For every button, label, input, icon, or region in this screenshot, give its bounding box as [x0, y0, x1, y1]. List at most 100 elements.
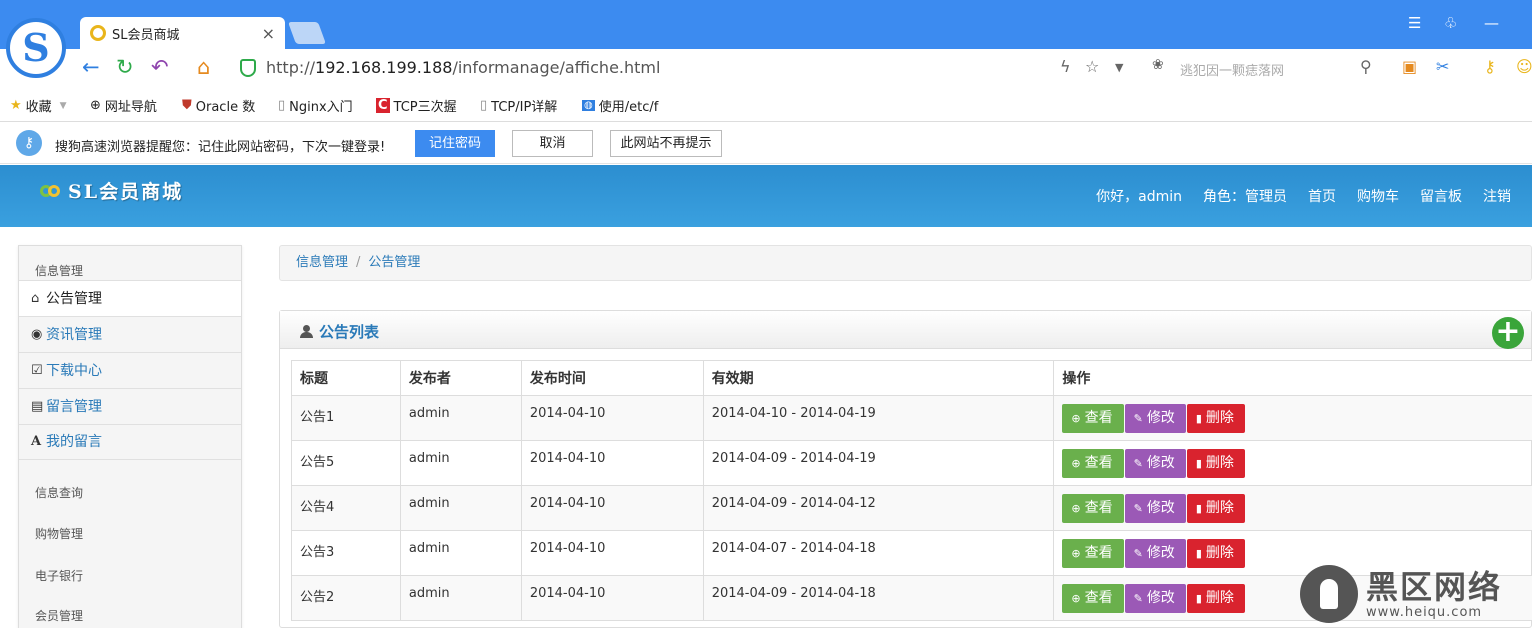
sidebar: 信息管理 ⌂ 公告管理 ◉ 资讯管理 ☑ 下载中心 ▤ 留言管理 A 我的留言 信息查询 … [18, 245, 242, 628]
search-input[interactable]: 逃犯因一颗痣落网 [1180, 60, 1284, 79]
scissors-icon[interactable]: ✂ [1436, 57, 1449, 76]
edit-button[interactable]: ✎ 修改 [1124, 584, 1186, 613]
never-remind-button[interactable]: 此网站不再提示 [610, 130, 722, 157]
cell-valid: 2014-04-09 - 2014-04-12 [702, 485, 1055, 531]
sidebar-item-message-manage[interactable]: ▤ 留言管理 [19, 388, 241, 424]
new-tab-button[interactable] [287, 22, 327, 44]
view-button[interactable]: ⊕ 查看 [1062, 404, 1124, 433]
cancel-button[interactable]: 取消 [512, 130, 593, 157]
lightning-icon[interactable]: ϟ [1060, 57, 1071, 76]
cell-date: 2014-04-10 [520, 440, 704, 486]
edit-button[interactable]: ✎ 修改 [1124, 404, 1186, 433]
table-row: 公告4 admin 2014-04-10 2014-04-09 - 2014-04-1… [291, 485, 1532, 531]
zoom-icon: ⊕ [1071, 502, 1081, 515]
bookmark-nav[interactable]: ⊕ 网址导航 [90, 96, 157, 115]
cell-date: 2014-04-10 [520, 395, 704, 441]
edit-button[interactable]: ✎ 修改 [1124, 494, 1186, 523]
sidebar-item-downloads[interactable]: ☑ 下载中心 [19, 352, 241, 388]
nav-cart-link[interactable]: 购物车 [1357, 186, 1399, 206]
browser-navbar: ← ↻ ↶ ⌂ http://192.168.199.188/informana… [0, 49, 1532, 86]
list-icon: ▤ [31, 398, 44, 414]
shield-icon: ⛊ [182, 98, 192, 113]
bookmark-nginx[interactable]: ▯ Nginx入门 [278, 96, 353, 115]
home-icon: ⌂ [31, 290, 40, 306]
view-button[interactable]: ⊕ 查看 [1062, 539, 1124, 568]
header-nav: 你好，admin 角色：管理员 首页 购物车 留言板 注销 [1096, 186, 1532, 206]
sidebar-item-news[interactable]: ◉ 资讯管理 [19, 316, 241, 352]
back-icon[interactable]: ← [82, 55, 100, 79]
delete-button[interactable]: ▮ 删除 [1186, 584, 1245, 613]
bookmark-etc[interactable]: ◍ 使用/etc/f [582, 96, 658, 115]
user-icon [300, 325, 313, 338]
cell-actions: ⊕ 查看 ✎ 修改 ▮ 删除 [1053, 485, 1532, 531]
trash-icon: ▮ [1195, 457, 1202, 470]
watermark-title: 黑区网络 [1366, 567, 1503, 606]
delete-button[interactable]: ▮ 删除 [1186, 494, 1245, 523]
app-icon: ◍ [582, 100, 595, 111]
key-icon[interactable]: ⚷ [1484, 57, 1496, 76]
chevron-down-icon[interactable]: ▼ [1115, 61, 1123, 74]
sidebar-item-announcements[interactable]: ⌂ 公告管理 [19, 280, 241, 316]
breadcrumb-root-link[interactable]: 信息管理 [296, 255, 348, 270]
remember-password-button[interactable]: 记住密码 [415, 130, 495, 157]
smile-icon[interactable]: ☺ [1516, 57, 1532, 76]
site-brand[interactable]: SL会员商城 [40, 177, 183, 204]
nav-home-link[interactable]: 首页 [1308, 186, 1336, 206]
refresh-icon[interactable]: ↻ [116, 55, 134, 79]
bookmark-tcp-handshake[interactable]: C TCP三次握 [376, 96, 457, 115]
watermark: 黑区网络 www.heiqu.com [1300, 560, 1532, 628]
edit-button[interactable]: ✎ 修改 [1124, 539, 1186, 568]
search-icon[interactable]: ⚲ [1360, 57, 1372, 76]
minimize-icon[interactable]: — [1484, 14, 1499, 32]
delete-button[interactable]: ▮ 删除 [1186, 449, 1245, 478]
url-text[interactable]: http://192.168.199.188/informanage/affic… [266, 58, 660, 77]
trash-icon: ▮ [1195, 502, 1202, 515]
skin-icon[interactable]: ♧ [1444, 14, 1457, 32]
sidebar-group-query[interactable]: 信息查询 [19, 484, 241, 501]
cell-date: 2014-04-10 [520, 575, 704, 621]
bookmark-favorites[interactable]: ★ 收藏 ▼ [10, 96, 67, 115]
heiqu-logo-icon [1300, 565, 1358, 623]
undo-icon[interactable]: ↶ [151, 55, 169, 79]
breadcrumb-current[interactable]: 公告管理 [368, 255, 420, 270]
zoom-icon: ⊕ [1071, 547, 1081, 560]
bookmark-oracle[interactable]: ⛊ Oracle 数 [182, 96, 255, 115]
sidebar-group-members[interactable]: 会员管理 [19, 607, 241, 624]
view-button[interactable]: ⊕ 查看 [1062, 449, 1124, 478]
delete-button[interactable]: ▮ 删除 [1186, 404, 1245, 433]
col-header-date: 发布时间 [520, 360, 704, 396]
delete-button[interactable]: ▮ 删除 [1186, 539, 1245, 568]
extension-icon[interactable]: ▣ [1402, 57, 1417, 76]
trash-icon: ▮ [1195, 547, 1202, 560]
sidebar-group-info: 信息管理 [35, 264, 84, 278]
cell-date: 2014-04-10 [520, 485, 704, 531]
cell-valid: 2014-04-10 - 2014-04-19 [702, 395, 1055, 441]
sidebar-group-shopping[interactable]: 购物管理 [19, 525, 241, 542]
home-icon[interactable]: ⌂ [197, 55, 210, 79]
star-icon[interactable]: ☆ [1085, 57, 1099, 76]
menu-icon[interactable]: ☰ [1408, 14, 1421, 32]
view-button[interactable]: ⊕ 查看 [1062, 584, 1124, 613]
sidebar-group-ebank[interactable]: 电子银行 [19, 567, 241, 584]
sidebar-item-my-messages[interactable]: A 我的留言 [19, 424, 241, 460]
cell-date: 2014-04-10 [520, 530, 704, 576]
col-header-actions: 操作 [1053, 360, 1532, 396]
view-button[interactable]: ⊕ 查看 [1062, 494, 1124, 523]
tab-close-icon[interactable]: × [262, 24, 275, 43]
cell-title: 公告1 [291, 395, 401, 441]
breadcrumb-separator: / [356, 255, 361, 270]
add-announcement-button[interactable]: + [1492, 317, 1524, 349]
brand-logo-icon [40, 183, 62, 199]
edit-button[interactable]: ✎ 修改 [1124, 449, 1186, 478]
nav-messageboard-link[interactable]: 留言板 [1420, 186, 1462, 206]
password-prompt-bar: ⚷ 搜狗高速浏览器提醒您：记住此网站密码，下次一键登录! 记住密码 取消 此网站… [0, 122, 1532, 164]
bookmark-tcpip[interactable]: ▯ TCP/IP详解 [480, 96, 557, 115]
edit-icon: ☑ [31, 362, 43, 378]
nav-logout-link[interactable]: 注销 [1483, 186, 1511, 206]
col-header-title: 标题 [291, 360, 401, 396]
font-icon: A [31, 434, 42, 449]
trash-icon: ▮ [1195, 412, 1202, 425]
browser-tab[interactable]: SL会员商城 × [80, 17, 285, 49]
cell-author: admin [399, 395, 522, 441]
breadcrumb: 信息管理 / 公告管理 [279, 245, 1532, 281]
